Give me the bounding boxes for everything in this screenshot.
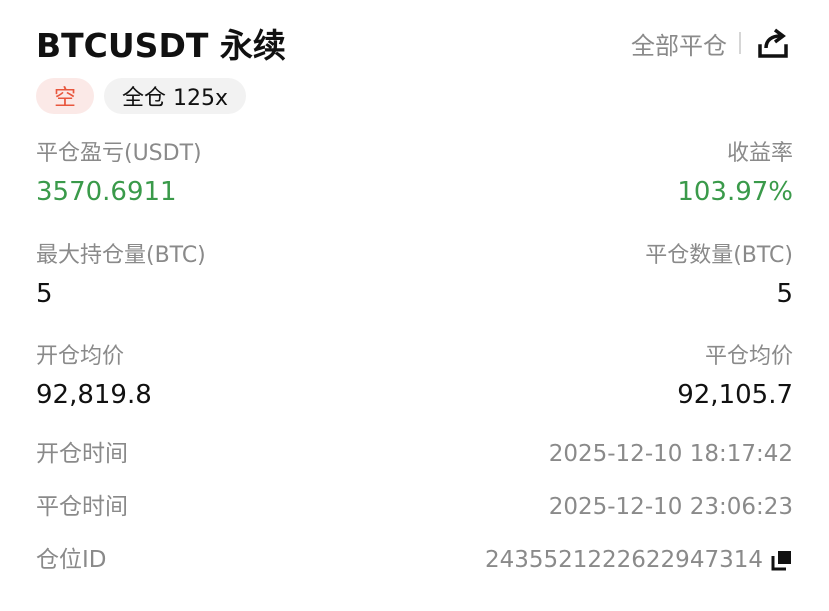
header: BTCUSDT 永续 全部平仓 [36,18,793,68]
position-tags: 空 全仓 125x [36,78,247,114]
margin-leverage-badge: 全仓 125x [104,78,247,114]
position-id: 2435521222622947314 [485,547,793,573]
close-time-value: 2025-12-10 23:06:23 [548,494,793,520]
position-id-value: 2435521222622947314 [484,547,763,573]
exit-price: 平仓均价 92,105.7 [677,343,793,413]
quantity-row: 最大持仓量(BTC) 5 平仓数量(BTC) 5 [36,242,793,312]
max-position: 最大持仓量(BTC) 5 [36,242,206,312]
page-title: BTCUSDT 永续 [36,26,286,65]
header-divider [739,32,741,54]
entry-price-value: 92,819.8 [36,380,152,410]
roi-value: 103.97% [677,177,793,207]
price-row: 开仓均价 92,819.8 平仓均价 92,105.7 [36,343,793,413]
realized-pnl-label: 平仓盈亏(USDT) [36,141,202,166]
closed-qty-value: 5 [776,279,793,309]
open-time-label: 开仓时间 [36,441,128,467]
share-button[interactable] [753,23,793,63]
entry-price-label: 开仓均价 [36,344,125,369]
open-time-row: 开仓时间 2025-12-10 18:17:42 [36,434,793,474]
open-time-value: 2025-12-10 18:17:42 [548,441,793,467]
entry-price: 开仓均价 92,819.8 [36,343,152,413]
share-icon [758,28,788,58]
direction-badge: 空 [36,78,95,114]
position-id-row: 仓位ID 2435521222622947314 [36,540,793,580]
exit-price-label: 平仓均价 [704,344,793,369]
max-position-label: 最大持仓量(BTC) [36,243,206,268]
roi-label: 收益率 [726,141,793,166]
closed-qty: 平仓数量(BTC) 5 [645,242,793,312]
realized-pnl: 平仓盈亏(USDT) 3570.6911 [36,140,202,210]
copy-icon[interactable] [771,549,793,571]
position-id-label: 仓位ID [36,547,107,573]
close-time-label: 平仓时间 [36,494,128,520]
header-actions: 全部平仓 [631,23,793,63]
close-all-button[interactable]: 全部平仓 [631,26,727,61]
max-position-value: 5 [36,279,53,309]
exit-price-value: 92,105.7 [677,380,793,410]
realized-pnl-value: 3570.6911 [36,177,177,207]
roi: 收益率 103.97% [677,140,793,210]
pnl-row: 平仓盈亏(USDT) 3570.6911 收益率 103.97% [36,140,793,210]
close-time-row: 平仓时间 2025-12-10 23:06:23 [36,487,793,527]
closed-qty-label: 平仓数量(BTC) [645,243,793,268]
